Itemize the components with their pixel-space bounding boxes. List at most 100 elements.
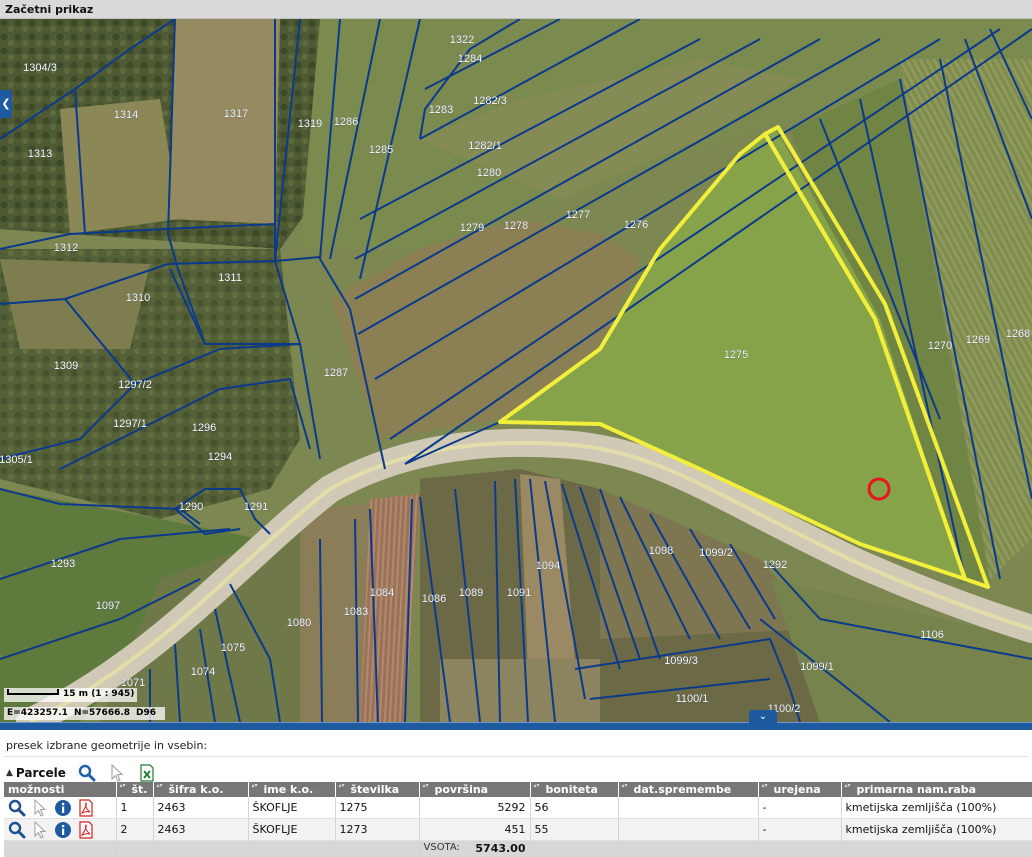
col-moznosti: možnosti: [4, 782, 117, 797]
col-povrsina[interactable]: površina: [419, 782, 531, 797]
total-label: VSOTA:: [423, 842, 460, 854]
parcel-label: 1305/1: [0, 454, 33, 466]
cell-dat: [618, 818, 759, 841]
cell-ime: ŠKOFLJE: [248, 797, 336, 819]
results-info: presek izbrane geometrije in vsebin:: [6, 739, 208, 752]
section-title: Parcele: [15, 766, 66, 780]
pointer-icon[interactable]: [108, 764, 126, 782]
col-stevilka[interactable]: številka: [335, 782, 420, 797]
parcel-label: 1097: [96, 600, 120, 612]
map-view[interactable]: 1304/3 1322 1284 1314 1317 1319 1286 1283 1282/3…: [0, 19, 1032, 722]
col-urejena[interactable]: urejena: [758, 782, 842, 797]
parcel-label: 1310: [126, 292, 150, 304]
parcel-label: 1099/3: [664, 655, 698, 667]
parcel-label: 1311: [218, 272, 242, 284]
map-scale: 15 m (1 : 945): [4, 688, 138, 702]
scale-bar: [7, 689, 59, 695]
pdf-icon[interactable]: [77, 820, 95, 839]
parcel-label: 1275: [724, 349, 748, 361]
cell-raba: kmetijska zemljišča (100%): [841, 818, 1032, 841]
cell-sifra: 2463: [153, 818, 249, 841]
parcel-label: 1106: [920, 629, 944, 641]
coord-e: E=423257.1: [7, 708, 68, 718]
parcel-label: 1285: [369, 144, 393, 156]
select-pointer-icon[interactable]: [31, 820, 49, 839]
col-primarna-nam-raba[interactable]: primarna nam.raba: [841, 782, 1032, 797]
title-bar: Začetni prikaz: [0, 0, 1032, 19]
results-panel: presek izbrane geometrije in vsebin: ▲ P…: [0, 730, 1032, 857]
side-panel-toggle[interactable]: ❮: [0, 90, 12, 118]
col-dat-spremembe[interactable]: dat.spremembe: [618, 782, 759, 797]
parcel-label: 1309: [54, 360, 78, 372]
col-ime-ko[interactable]: ime k.o.: [248, 782, 336, 797]
cell-stevilka: 1275: [335, 797, 420, 819]
select-pointer-icon[interactable]: [31, 798, 49, 817]
row-actions: [4, 797, 117, 819]
map-canvas[interactable]: 1304/3 1322 1284 1314 1317 1319 1286 1283 1282/3…: [0, 19, 1032, 722]
parcel-label: 1269: [966, 334, 990, 346]
parcel-label: 1287: [324, 367, 348, 379]
col-boniteta[interactable]: boniteta: [530, 782, 619, 797]
collapse-triangle-icon[interactable]: ▲: [6, 768, 13, 778]
cell-povrsina: 5292: [419, 797, 531, 819]
parcel-label: 1296: [192, 422, 216, 434]
parcel-label: 1089: [459, 587, 483, 599]
section-header-parcele[interactable]: ▲ Parcele: [6, 764, 168, 782]
parcel-label: 1074: [191, 666, 215, 678]
parcel-label: 1075: [221, 642, 245, 654]
scale-ratio: (1 : 945): [91, 689, 135, 699]
zoom-to-icon[interactable]: [8, 821, 26, 839]
parcel-label: 1313: [28, 148, 52, 160]
parcel-label: 1098: [649, 545, 673, 557]
total-value: 5743.00: [475, 842, 526, 856]
parcel-label: 1312: [54, 242, 78, 254]
info-icon[interactable]: [54, 821, 72, 839]
parcel-label: 1317: [224, 108, 248, 120]
panel-divider[interactable]: [0, 722, 1032, 730]
col-sifra-ko[interactable]: šifra k.o.: [153, 782, 249, 797]
coord-n: N=57666.8: [73, 708, 131, 718]
parcel-label: 1270: [928, 340, 952, 352]
cell-urejena: -: [758, 797, 842, 819]
parcel-label: 1099/2: [699, 547, 733, 559]
cell-boniteta: 56: [530, 797, 619, 819]
parcel-label: 1283: [429, 104, 453, 116]
parcel-label: 1276: [624, 219, 648, 231]
parcel-label: 1080: [287, 617, 311, 629]
collapse-panel-button[interactable]: ⌄: [749, 710, 777, 724]
parcel-label: 1099/1: [800, 661, 834, 673]
scale-distance: 15 m: [63, 689, 89, 699]
coord-crs: D96: [136, 708, 157, 718]
search-icon[interactable]: [78, 764, 96, 782]
separator: [4, 756, 1028, 757]
parcel-label: 1091: [507, 587, 531, 599]
map-coordinates: E=423257.1 N=57666.8 D96: [4, 707, 166, 720]
info-icon[interactable]: [54, 799, 72, 817]
pdf-icon[interactable]: [77, 798, 95, 817]
parcel-label: 1100/1: [676, 693, 709, 705]
parcel-label: 1292: [763, 559, 787, 571]
parcel-label: 1268: [1006, 328, 1030, 340]
parcel-label: 1322: [450, 34, 474, 46]
cell-ime: ŠKOFLJE: [248, 818, 336, 841]
parcel-label: 1284: [458, 53, 482, 65]
table-row[interactable]: 2 2463 ŠKOFLJE 1273 451 55 - kmetijska z…: [4, 818, 1032, 841]
cell-sifra: 2463: [153, 797, 249, 819]
parcel-label: 1086: [422, 593, 446, 605]
parcel-label: 1304/3: [23, 62, 57, 74]
parcel-label: 1314: [114, 109, 138, 121]
zoom-to-icon[interactable]: [8, 799, 26, 817]
parcel-label: 1293: [51, 558, 75, 570]
parcel-label: 1094: [536, 560, 560, 572]
parcel-label: 1083: [344, 606, 368, 618]
excel-export-icon[interactable]: [138, 764, 156, 782]
table-row[interactable]: 1 2463 ŠKOFLJE 1275 5292 56 - kmetijska …: [4, 797, 1032, 819]
parcels-table: možnosti št. šifra k.o. ime k.o. številk…: [4, 782, 1032, 857]
parcel-label: 1280: [477, 167, 501, 179]
cell-urejena: -: [758, 818, 842, 841]
col-st[interactable]: št.: [116, 782, 154, 797]
table-header: možnosti št. šifra k.o. ime k.o. številk…: [4, 782, 1032, 797]
window-title: Začetni prikaz: [5, 3, 94, 16]
parcel-label: 1297/2: [118, 379, 152, 391]
app-window: Začetni prikaz 1304/3 1322 1284 1314 131…: [0, 0, 1032, 857]
